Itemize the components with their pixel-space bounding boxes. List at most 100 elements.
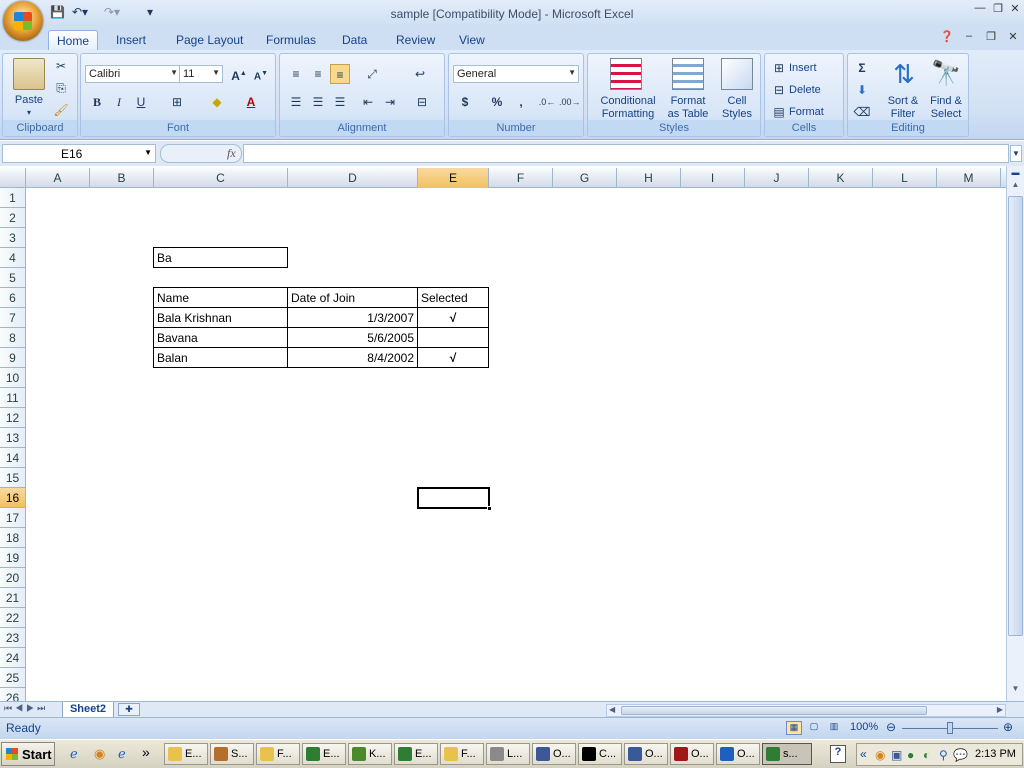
sheet-tab-sheet2[interactable]: Sheet2	[62, 702, 114, 718]
taskbar-item[interactable]: S...	[210, 743, 254, 765]
taskbar-item[interactable]: C...	[578, 743, 622, 765]
formula-input[interactable]	[243, 144, 1009, 163]
insert-sheet-icon[interactable]: ✚	[118, 703, 140, 716]
number-format-select[interactable]: General ▼	[453, 65, 579, 83]
row-header[interactable]: 19	[0, 548, 26, 568]
fill-handle[interactable]	[487, 506, 492, 511]
conditional-formatting-label-2[interactable]: Formatting	[592, 108, 664, 120]
sheet-nav-icon[interactable]: ⏮◀▶⏭	[4, 703, 48, 714]
column-header-e[interactable]: E	[418, 168, 489, 188]
tray-icon[interactable]: ◐	[923, 748, 930, 762]
copy-icon[interactable]: ⎘	[51, 78, 71, 98]
taskbar-item[interactable]: E...	[394, 743, 438, 765]
row-header[interactable]: 24	[0, 648, 26, 668]
quicklaunch-icon[interactable]: ◉	[94, 746, 105, 762]
find-select-icon[interactable]: 🔭	[930, 58, 962, 90]
cut-icon[interactable]: ✂	[51, 56, 71, 76]
workbook-close-icon[interactable]: ✕	[1005, 30, 1021, 44]
vertical-scroll-thumb[interactable]	[1008, 196, 1023, 636]
paste-button-label[interactable]: Paste	[7, 94, 51, 106]
row-header[interactable]: 5	[0, 268, 26, 288]
taskbar-item-active[interactable]: s...	[762, 743, 812, 765]
tab-formulas[interactable]: Formulas	[258, 30, 324, 50]
expand-formula-bar-icon[interactable]: ▼	[1010, 145, 1022, 162]
column-header-g[interactable]: G	[553, 168, 617, 188]
horizontal-scrollbar[interactable]: ◀ ▶	[606, 704, 1006, 717]
comma-button[interactable]: ,	[511, 92, 531, 112]
table-cell-date[interactable]: 8/4/2002	[287, 347, 418, 368]
scroll-down-icon[interactable]: ▼	[1008, 684, 1023, 698]
italic-button[interactable]: I	[109, 92, 129, 112]
insert-function-button[interactable]: fx	[227, 146, 236, 161]
select-all-corner[interactable]	[0, 168, 26, 188]
borders-icon[interactable]: ⊞	[167, 92, 187, 112]
format-as-table-label-2[interactable]: as Table	[660, 108, 716, 120]
cell-styles-label-1[interactable]: Cell	[716, 95, 758, 107]
format-cells-icon[interactable]: ▤	[769, 102, 789, 122]
cell-styles-label-2[interactable]: Styles	[716, 108, 758, 120]
row-header-selected[interactable]: 16	[0, 488, 26, 508]
delete-cells-icon[interactable]: ⊟	[769, 80, 789, 100]
scroll-right-icon[interactable]: ▶	[997, 705, 1003, 714]
orientation-icon[interactable]: ⤢	[362, 64, 382, 84]
row-header[interactable]: 20	[0, 568, 26, 588]
fill-icon[interactable]: ⬇	[852, 80, 872, 100]
align-right-icon[interactable]: ☰	[330, 92, 350, 112]
percent-button[interactable]: %	[487, 92, 507, 112]
column-header-l[interactable]: L	[873, 168, 937, 188]
row-header[interactable]: 10	[0, 368, 26, 388]
find-select-label-2[interactable]: Select	[924, 108, 968, 120]
align-left-icon[interactable]: ☰	[286, 92, 306, 112]
normal-view-icon[interactable]: ▦	[786, 721, 802, 735]
taskbar-item[interactable]: F...	[256, 743, 300, 765]
restore-icon[interactable]: ❐	[990, 2, 1006, 16]
column-header-h[interactable]: H	[617, 168, 681, 188]
vertical-scrollbar[interactable]: ▬ ▲ ▼	[1006, 166, 1024, 701]
table-cell-name[interactable]: Bala Krishnan	[153, 307, 288, 328]
column-header-i[interactable]: I	[681, 168, 745, 188]
row-header[interactable]: 22	[0, 608, 26, 628]
scroll-up-icon[interactable]: ▲	[1008, 180, 1023, 194]
table-cell-date[interactable]: 5/6/2005	[287, 327, 418, 348]
taskbar-item[interactable]: E...	[164, 743, 208, 765]
table-cell-selected[interactable]: √	[417, 347, 489, 368]
wrap-text-icon[interactable]: ↩	[410, 64, 430, 84]
row-header[interactable]: 6	[0, 288, 26, 308]
format-cells-button[interactable]: Format	[789, 106, 835, 118]
tab-home[interactable]: Home	[48, 30, 99, 50]
increase-indent-icon[interactable]: ⇥	[380, 92, 400, 112]
sort-filter-label-1[interactable]: Sort &	[880, 95, 926, 107]
sort-filter-label-2[interactable]: Filter	[880, 108, 926, 120]
conditional-formatting-icon[interactable]	[610, 58, 642, 90]
find-select-label-1[interactable]: Find &	[924, 95, 968, 107]
tab-view[interactable]: View	[451, 30, 493, 50]
tray-icon[interactable]: ◉	[875, 748, 885, 762]
column-header-b[interactable]: B	[90, 168, 154, 188]
horizontal-scroll-thumb[interactable]	[621, 706, 927, 715]
column-header-a[interactable]: A	[26, 168, 90, 188]
row-header[interactable]: 13	[0, 428, 26, 448]
format-painter-icon[interactable]: 🖌	[51, 100, 71, 120]
clock[interactable]: 2:13 PM	[975, 748, 1016, 760]
tab-review[interactable]: Review	[388, 30, 443, 50]
table-cell-name[interactable]: Balan	[153, 347, 288, 368]
tab-insert[interactable]: Insert	[108, 30, 154, 50]
scroll-left-icon[interactable]: ◀	[609, 705, 615, 714]
paste-dropdown-icon[interactable]: ▾	[7, 107, 51, 119]
row-header[interactable]: 3	[0, 228, 26, 248]
table-cell-date[interactable]: 1/3/2007	[287, 307, 418, 328]
autosum-icon[interactable]: Σ	[852, 58, 872, 78]
row-header[interactable]: 8	[0, 328, 26, 348]
row-header[interactable]: 14	[0, 448, 26, 468]
shrink-font-icon[interactable]: A▼	[251, 64, 271, 84]
grow-font-icon[interactable]: A▲	[229, 64, 249, 84]
help-question-icon[interactable]: ?	[830, 745, 846, 763]
cell-c4[interactable]: Ba	[153, 247, 288, 268]
quicklaunch-icon[interactable]: ℯ	[118, 746, 126, 762]
zoom-in-icon[interactable]: ⊕	[1003, 720, 1013, 734]
table-cell-name[interactable]: Bavana	[153, 327, 288, 348]
align-top-icon[interactable]: ≡	[286, 64, 306, 84]
tray-icon[interactable]: ▣	[891, 748, 902, 762]
cell-styles-icon[interactable]	[721, 58, 753, 90]
tray-icon[interactable]: 💬	[953, 748, 968, 762]
